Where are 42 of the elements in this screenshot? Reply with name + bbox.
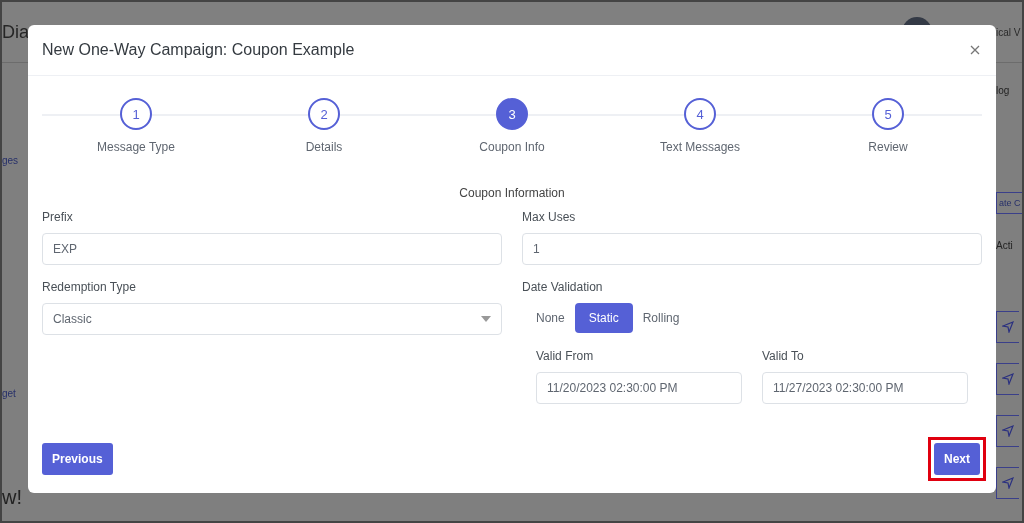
send-icon: [1002, 321, 1014, 333]
prefix-field[interactable]: EXP: [42, 233, 502, 265]
option-toggle[interactable]: Rolling: [632, 303, 690, 333]
section-title: Coupon Information: [458, 186, 566, 200]
date-field[interactable]: 11/20/2023 02:30:00 PM: [536, 372, 742, 404]
field-label: Valid To: [762, 349, 805, 363]
send-icon: [1002, 373, 1014, 385]
step-label: Review: [868, 140, 908, 154]
previous-button[interactable]: Previous: [42, 443, 113, 475]
option-toggle[interactable]: None: [526, 303, 575, 333]
step-label: Message Type: [97, 140, 175, 154]
date-field[interactable]: 11/27/2023 02:30:00 PM: [762, 372, 968, 404]
redemption-select[interactable]: Classic: [42, 303, 502, 335]
step-label: Coupon Info: [479, 140, 545, 154]
app-title: Dia: [2, 21, 29, 43]
max-uses-field[interactable]: 1: [522, 233, 982, 265]
step-number[interactable]: 5: [872, 98, 904, 130]
sidebar-link[interactable]: get: [2, 388, 28, 399]
step-number[interactable]: 3: [496, 98, 528, 130]
field-label: Prefix: [42, 210, 74, 224]
tab-label[interactable]: log: [996, 85, 1010, 96]
step-label: Details: [305, 140, 343, 154]
sidebar-link[interactable]: ges: [2, 155, 28, 166]
close-icon: [970, 45, 980, 55]
field-label: Date Validation: [522, 280, 604, 294]
field-label: Redemption Type: [42, 280, 137, 294]
dialog-title: New One-Way Campaign: Coupon Example: [42, 41, 355, 59]
send-icon: [1002, 477, 1014, 489]
column-header: Acti: [996, 240, 1013, 251]
option-toggle[interactable]: Static: [574, 303, 633, 333]
caret-icon: [481, 316, 491, 322]
close-button[interactable]: [968, 43, 982, 57]
step-number[interactable]: 1: [120, 98, 152, 130]
field-label: Valid From: [536, 349, 595, 363]
step-number[interactable]: 2: [308, 98, 340, 130]
next-button[interactable]: Next: [934, 443, 980, 475]
step-number[interactable]: 4: [684, 98, 716, 130]
field-label: Max Uses: [522, 210, 577, 224]
footer-text: w!: [2, 486, 23, 509]
user-name[interactable]: ical V: [996, 26, 1022, 38]
step-label: Text Messages: [659, 140, 740, 154]
send-icon: [1002, 425, 1014, 437]
